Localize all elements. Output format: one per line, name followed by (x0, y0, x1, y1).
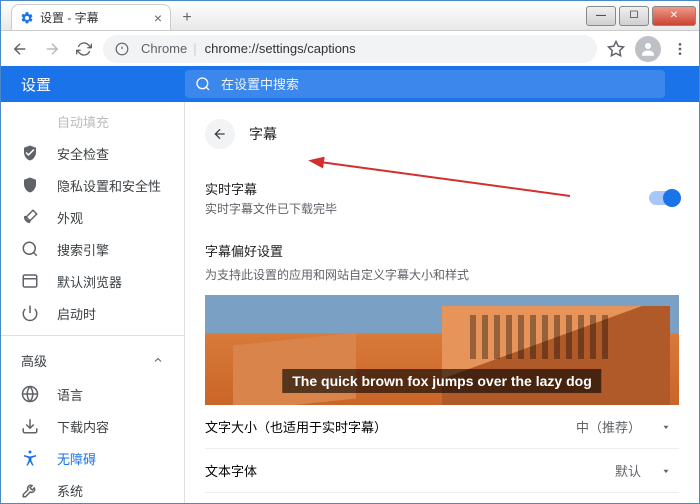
caption-pref-subtitle: 为支持此设置的应用和网站自定义字幕大小和样式 (205, 266, 679, 295)
nav-forward-button[interactable] (39, 36, 65, 62)
browser-tab[interactable]: 设置 - 字幕 × (11, 4, 171, 30)
setting-label: 文本字体 (205, 461, 257, 480)
settings-favicon (20, 11, 34, 25)
sidebar-item-autofill[interactable]: 自动填充 (1, 105, 184, 137)
live-caption-subtitle: 实时字幕文件已下载完毕 (205, 200, 337, 217)
window-close-button[interactable]: ✕ (652, 6, 696, 26)
sidebar-item-label: 搜索引擎 (57, 240, 109, 259)
address-bar: Chrome | chrome://settings/captions (1, 31, 699, 67)
sidebar-item-on-startup[interactable]: 启动时 (1, 297, 184, 329)
sidebar-item-label: 外观 (57, 208, 83, 227)
brush-icon (21, 208, 39, 226)
setting-text-color: 文字颜色 默认 (205, 493, 679, 503)
settings-header: 设置 (1, 66, 699, 102)
sidebar-item-downloads[interactable]: 下载内容 (1, 410, 184, 442)
url-origin: Chrome (141, 41, 187, 56)
settings-main-panel: 字幕 实时字幕 实时字幕文件已下载完毕 字幕偏好设置 为支持此设置的应用和网站自… (185, 67, 699, 503)
page-back-button[interactable] (205, 119, 235, 149)
search-icon (195, 76, 211, 92)
chevron-up-icon (152, 354, 164, 366)
sidebar-item-appearance[interactable]: 外观 (1, 201, 184, 233)
sidebar-item-label: 下载内容 (57, 417, 109, 436)
download-icon (21, 417, 39, 435)
live-caption-toggle[interactable] (649, 191, 679, 205)
power-icon (21, 304, 39, 322)
chrome-menu-icon[interactable] (667, 36, 693, 62)
select-value: 默认 (615, 461, 641, 480)
accessibility-icon (21, 449, 39, 467)
url-path: chrome://settings/captions (205, 41, 356, 56)
select-value: 中（推荐） (576, 417, 641, 436)
sidebar-item-label: 安全检查 (57, 144, 109, 163)
window-maximize-button[interactable]: ☐ (619, 6, 649, 26)
wrench-icon (21, 481, 39, 499)
sidebar-item-label: 无障碍 (57, 449, 96, 468)
sidebar-item-label: 语言 (57, 385, 83, 404)
window-minimize-button[interactable]: — (586, 6, 616, 26)
settings-search-input[interactable] (221, 77, 655, 92)
chevron-down-icon (661, 422, 671, 432)
sidebar-item-accessibility[interactable]: 无障碍 (1, 442, 184, 474)
sidebar-section-label: 高级 (21, 351, 47, 370)
setting-label: 文字大小（也适用于实时字幕） (205, 417, 387, 436)
setting-text-size-select[interactable]: 中（推荐） (576, 417, 679, 436)
sidebar-item-privacy[interactable]: 隐私设置和安全性 (1, 169, 184, 201)
setting-text-font: 文本字体 默认 (205, 449, 679, 493)
sidebar-item-default-browser[interactable]: 默认浏览器 (1, 265, 184, 297)
chevron-down-icon (661, 466, 671, 476)
nav-reload-button[interactable] (71, 36, 97, 62)
settings-sidebar: 自动填充 安全检查 隐私设置和安全性 外观 搜索引擎 默认浏览器 启动时 高级 … (1, 67, 185, 503)
setting-text-font-select[interactable]: 默认 (615, 461, 679, 480)
caption-preview: The quick brown fox jumps over the lazy … (205, 295, 679, 405)
sidebar-item-safety-check[interactable]: 安全检查 (1, 137, 184, 169)
bookmark-star-icon[interactable] (603, 36, 629, 62)
site-info-icon (115, 42, 129, 56)
search-icon (21, 240, 39, 258)
sidebar-item-label: 系统 (57, 481, 83, 500)
nav-back-button[interactable] (7, 36, 33, 62)
caption-preview-text: The quick brown fox jumps over the lazy … (282, 369, 601, 393)
sidebar-item-label: 默认浏览器 (57, 272, 122, 291)
setting-text-size: 文字大小（也适用于实时字幕） 中（推荐） (205, 405, 679, 449)
sidebar-item-label: 隐私设置和安全性 (57, 176, 161, 195)
globe-icon (21, 385, 39, 403)
page-title: 字幕 (249, 124, 277, 144)
tab-title: 设置 - 字幕 (40, 9, 99, 26)
sidebar-item-languages[interactable]: 语言 (1, 378, 184, 410)
arrow-left-icon (212, 126, 228, 142)
sidebar-item-label: 自动填充 (57, 112, 109, 131)
profile-avatar[interactable] (635, 36, 661, 62)
sidebar-item-label: 启动时 (57, 304, 96, 323)
sidebar-item-search-engine[interactable]: 搜索引擎 (1, 233, 184, 265)
caption-pref-title: 字幕偏好设置 (205, 227, 679, 266)
browser-icon (21, 272, 39, 290)
sidebar-item-system[interactable]: 系统 (1, 474, 184, 503)
settings-title: 设置 (1, 74, 185, 95)
live-caption-title: 实时字幕 (205, 179, 337, 198)
new-tab-button[interactable]: + (175, 6, 199, 30)
shield-icon (21, 176, 39, 194)
shield-check-icon (21, 144, 39, 162)
omnibox[interactable]: Chrome | chrome://settings/captions (103, 35, 597, 63)
settings-search[interactable] (185, 70, 665, 98)
sidebar-advanced-toggle[interactable]: 高级 (1, 342, 184, 378)
live-caption-row: 实时字幕 实时字幕文件已下载完毕 (205, 169, 679, 227)
tab-close-icon[interactable]: × (154, 10, 162, 26)
window-titlebar: 设置 - 字幕 × + — ☐ ✕ (1, 1, 699, 31)
